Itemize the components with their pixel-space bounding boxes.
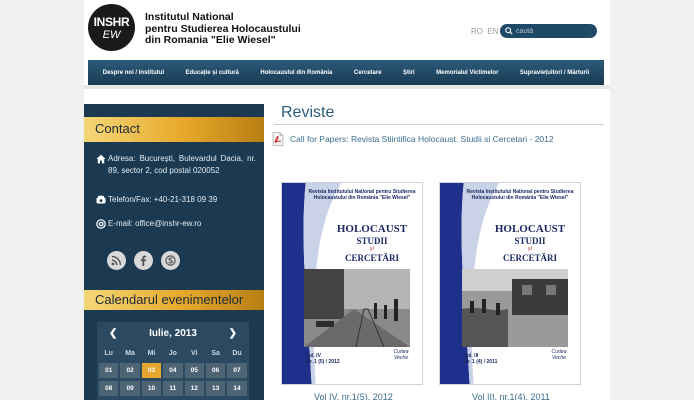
journal-cover-vol3[interactable]: Revista Institutului Național pentru Stu… xyxy=(439,182,581,385)
rss-icon xyxy=(111,255,122,266)
weekday-label: Vi xyxy=(191,350,198,357)
logo-line1: INSHR xyxy=(93,15,130,29)
calendar-day[interactable]: 14 xyxy=(227,381,247,396)
contact-heading: Contact xyxy=(95,121,140,136)
phone-text: Telefon/Fax: +40-21-318 09 39 xyxy=(108,195,218,204)
cover-title-studii: STUDII xyxy=(514,236,546,246)
site-header: INSHR EW Institutul National pentru Stud… xyxy=(84,0,610,60)
journal-cover-vol4[interactable]: Revista Institutului Național pentru Stu… xyxy=(281,182,423,385)
calendar-heading-bar: Calendarul evenimentelor xyxy=(84,290,264,310)
calendar-day[interactable]: 11 xyxy=(163,381,183,396)
calendar-day[interactable]: 08 xyxy=(99,381,119,396)
address-text: Adresa: București, Bulevardul Dacia, nr.… xyxy=(108,154,256,175)
page-side-left xyxy=(0,0,84,400)
phone-icon xyxy=(96,195,106,204)
page-side-right xyxy=(610,0,694,400)
cover-issue-number: Nr. 1 (5) / 2012 xyxy=(306,359,340,365)
cover-header: Revista Institutului Național pentru Stu… xyxy=(466,189,574,201)
cover-caption-vol4[interactable]: Vol IV, nr.1(5), 2012 xyxy=(314,392,393,400)
institute-name[interactable]: Institutul National pentru Studierea Hol… xyxy=(145,11,301,47)
calendar-day-today[interactable]: 03 xyxy=(141,363,162,378)
title-divider xyxy=(274,124,604,125)
calendar-day[interactable]: 06 xyxy=(205,363,226,378)
search-input[interactable] xyxy=(516,25,592,37)
at-sign-icon xyxy=(96,219,106,229)
cover-title-holocaust: HOLOCAUST xyxy=(336,223,408,235)
calendar-heading: Calendarul evenimentelor xyxy=(95,292,244,307)
calendar-day[interactable]: 12 xyxy=(184,381,204,396)
pdf-icon xyxy=(272,132,284,146)
calendar-day[interactable]: 09 xyxy=(120,381,140,396)
publisher-logo: Curtea Veche xyxy=(393,349,409,361)
email-text[interactable]: E-mail: office@inshr-ew.ro xyxy=(108,219,201,228)
weekday-label: Ma xyxy=(125,350,135,357)
weekday-label: Lu xyxy=(104,350,113,357)
cover-photo-train xyxy=(462,269,568,347)
cover-title-holocaust: HOLOCAUST xyxy=(494,223,566,235)
nav-item-memorialul[interactable]: Memorialul Victimelor xyxy=(436,70,498,76)
weekday-label: Du xyxy=(232,350,242,357)
skype-icon xyxy=(165,255,176,266)
cover-photo-street xyxy=(304,269,410,347)
nav-item-despre-noi[interactable]: Despre noi / Institutul xyxy=(103,70,164,76)
calendar-grid: Lu Ma Mi Jo Vi Sa Du 01 02 03 04 05 06 0… xyxy=(99,350,247,396)
calendar-week: 01 02 03 04 05 06 07 xyxy=(99,363,247,378)
site-logo[interactable]: INSHR EW xyxy=(88,4,135,51)
cover-title-cercetari: CERCETĂRI xyxy=(344,253,399,263)
cover-header: Revista Institutului Național pentru Stu… xyxy=(308,189,416,201)
cover-volume: Vol. III Nr. 1 (4) / 2011 xyxy=(464,353,497,365)
nav-item-cercetare[interactable]: Cercetare xyxy=(354,70,382,76)
main-nav: Despre noi / Institutul Educație și cult… xyxy=(88,60,604,85)
language-switch: RO EN xyxy=(471,27,500,36)
calendar-day[interactable]: 13 xyxy=(205,381,226,396)
calendar-day[interactable]: 07 xyxy=(227,363,247,378)
calendar-day[interactable]: 10 xyxy=(141,381,162,396)
nav-item-holocaustul[interactable]: Holocaustul din România xyxy=(260,70,332,76)
cover-title-studii: STUDII xyxy=(356,236,388,246)
events-calendar: ❮ Iulie, 2013 ❯ Lu Ma Mi Jo Vi Sa Du 01 … xyxy=(97,322,249,400)
sidebar: Contact Adresa: București, Bulevardul Da… xyxy=(84,104,264,400)
weekday-label: Sa xyxy=(211,350,220,357)
cover-title-si: și xyxy=(369,246,374,252)
nav-item-supravietuitori[interactable]: Supraviețuitori / Mărturii xyxy=(520,70,589,76)
nav-item-educatie[interactable]: Educație și cultură xyxy=(186,70,239,76)
contact-address: Adresa: București, Bulevardul Dacia, nr.… xyxy=(96,153,256,177)
skype-button[interactable] xyxy=(161,251,180,270)
cover-title-cercetari: CERCETĂRI xyxy=(502,253,557,263)
cover-title-si: și xyxy=(527,246,532,252)
home-icon xyxy=(96,154,106,164)
institute-name-line3: din Romania "Elie Wiesel" xyxy=(145,34,276,46)
rss-button[interactable] xyxy=(107,251,126,270)
publisher-logo: Curtea Veche xyxy=(551,349,567,361)
page-title: Reviste xyxy=(281,104,335,121)
institute-name-line1: Institutul National xyxy=(145,11,234,23)
search-box xyxy=(500,24,597,38)
search-icon[interactable] xyxy=(505,27,513,35)
call-for-papers-link[interactable]: Call for Papers: Revista Stiintifica Hol… xyxy=(290,134,554,144)
calendar-day[interactable]: 04 xyxy=(163,363,183,378)
facebook-button[interactable] xyxy=(134,251,153,270)
weekday-label: Mi xyxy=(147,350,156,357)
contact-heading-bar: Contact xyxy=(84,117,264,142)
nav-item-stiri[interactable]: Știri xyxy=(403,70,415,76)
calendar-next-button[interactable]: ❯ xyxy=(229,328,237,339)
calendar-month: Iulie, 2013 xyxy=(149,328,197,339)
nav-divider xyxy=(84,85,610,89)
calendar-weekdays: Lu Ma Mi Jo Vi Sa Du xyxy=(99,350,247,360)
calendar-week: 08 09 10 11 12 13 14 xyxy=(99,381,247,396)
cover-volume: Vol. IV Nr. 1 (5) / 2012 xyxy=(306,353,340,365)
facebook-icon xyxy=(140,255,147,266)
weekday-label: Jo xyxy=(168,350,177,357)
lang-ro[interactable]: RO xyxy=(471,27,483,36)
calendar-day[interactable]: 02 xyxy=(120,363,140,378)
calendar-day[interactable]: 05 xyxy=(184,363,204,378)
cover-caption-vol3[interactable]: Vol III, nr.1(4), 2011 xyxy=(472,392,550,400)
calendar-day[interactable]: 01 xyxy=(99,363,119,378)
contact-phone: Telefon/Fax: +40-21-318 09 39 xyxy=(96,195,217,204)
logo-line2: EW xyxy=(102,29,121,41)
lang-en[interactable]: EN xyxy=(487,27,498,36)
contact-email: E-mail: office@inshr-ew.ro xyxy=(96,219,201,229)
cover-issue-number: Nr. 1 (4) / 2011 xyxy=(464,359,498,365)
